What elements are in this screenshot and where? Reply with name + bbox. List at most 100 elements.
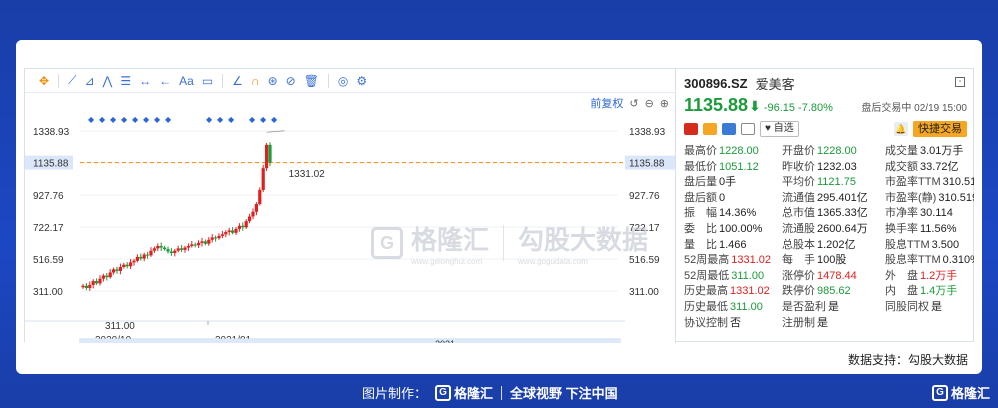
- quick-trade-button[interactable]: 快捷交易: [913, 121, 967, 137]
- quote-value: 310.519: [938, 191, 974, 204]
- y-tick-left: 1338.93: [33, 127, 70, 138]
- y-tick-left: 722.17: [33, 223, 64, 234]
- candle-body: [125, 264, 129, 267]
- candle-body: [197, 242, 201, 246]
- price-change: -96.15 -7.80%: [763, 102, 833, 114]
- china-flag-icon: [684, 123, 698, 135]
- arrow-tool-icon[interactable]: ←: [155, 71, 175, 91]
- candle-body: [180, 248, 184, 250]
- quote-row: 委 比 100.00% 流通股 2600.64万 换手率 11.56%: [684, 222, 974, 238]
- ruler-tool-icon[interactable]: ∠: [228, 71, 247, 91]
- settings-gear-icon[interactable]: ⚙: [352, 71, 371, 91]
- hide-tool-icon[interactable]: ⊘: [282, 71, 300, 91]
- quote-value: 100.00%: [719, 222, 763, 235]
- y-tick-left: 516.59: [33, 255, 64, 266]
- text-tool-icon[interactable]: Aa: [175, 71, 198, 91]
- quote-grid: 最高价 1228.00 开盘价 1228.00 成交量 3.01万手 最低价 1051.12 昨…: [684, 144, 974, 331]
- quote-cell: 委 比 100.00%: [684, 222, 782, 238]
- candle-body: [132, 260, 136, 263]
- fibonacci-tool-icon[interactable]: ☰: [116, 71, 135, 91]
- candle-body: [203, 241, 207, 244]
- card-header-strip: [16, 40, 982, 64]
- quote-cell: 开盘价 1228.00: [782, 144, 885, 160]
- candle-body: [186, 246, 190, 248]
- candle-body: [231, 230, 235, 233]
- wave-tool-icon[interactable]: ⋀: [99, 71, 117, 91]
- event-marker-icon: ◆: [165, 115, 172, 124]
- quote-value: 1.2万手: [920, 269, 958, 282]
- candlestick-chart[interactable]: ◆ ◆ ◆ ◆ ◆ ◆ ◆ ◆ ◆ ◆ ◆ ◆ ◆ ◆ 1338.93 1338.93 927.76 927.76…: [25, 93, 675, 343]
- candle-body: [112, 269, 116, 273]
- quote-label: 历史最低: [684, 300, 728, 313]
- quote-cell: 最低价 1051.12: [684, 160, 782, 176]
- quote-label: 52周最低: [684, 269, 730, 282]
- quote-label: 流通股: [782, 222, 815, 235]
- quote-label: 盘后量: [684, 176, 717, 189]
- channel-tool-icon[interactable]: ⊿: [80, 71, 98, 91]
- line-tool-icon[interactable]: ⟋: [64, 71, 80, 91]
- quote-value: 1051.12: [719, 160, 759, 173]
- candle-body: [118, 267, 122, 271]
- event-marker-icon: ◆: [154, 115, 161, 124]
- y-tick-left: 927.76: [33, 191, 64, 202]
- panel-collapse-icon[interactable]: ▫: [955, 77, 965, 87]
- candle-body: [135, 256, 139, 261]
- quote-cell: 振 幅 14.36%: [684, 206, 782, 222]
- quote-value: 311.00: [730, 300, 763, 313]
- candle-body: [152, 248, 156, 251]
- quote-cell: 总市值 1365.33亿: [782, 206, 885, 222]
- candle-body: [244, 221, 248, 228]
- heart-icon: ♥: [765, 123, 771, 134]
- range-tool-icon[interactable]: ↔: [135, 71, 155, 91]
- notes-icon[interactable]: [741, 123, 755, 135]
- candle-body: [176, 248, 180, 251]
- quote-cell: 市净率 30.114: [885, 206, 974, 222]
- drawing-toolbar: ✥ ⟋ ⊿ ⋀ ☰ ↔ ← Aa ▭ ∠ ∩ ⊛ ⊘ 🗑 ◎ ⚙: [25, 69, 675, 93]
- quote-label: 昨收价: [782, 160, 815, 173]
- magnet-tool-icon[interactable]: ∩: [247, 71, 264, 91]
- corner-brand: G 格隆汇: [931, 383, 990, 402]
- toolbar-divider: [58, 73, 60, 88]
- quote-label: 股息率TTM: [885, 254, 941, 267]
- event-marker-icon: ◆: [206, 115, 213, 124]
- quote-label: 52周最高: [684, 254, 730, 267]
- quote-label: 平均价: [782, 176, 815, 189]
- quote-label: 股息TTM: [885, 238, 930, 251]
- crosshair-tool-icon[interactable]: ✥: [35, 71, 53, 91]
- bottom-credit: 图片制作： G 格隆汇 全球视野 下注中国: [362, 383, 618, 402]
- lock-tool-icon[interactable]: ⊛: [264, 71, 282, 91]
- delete-tool-icon[interactable]: 🗑: [300, 71, 323, 91]
- candle-body: [214, 237, 218, 239]
- slogan: 全球视野 下注中国: [510, 386, 618, 401]
- stock-name: 爱美客: [755, 77, 795, 92]
- quote-cell: 注册制是: [782, 316, 885, 332]
- quote-cell: 52周最高 1331.02: [684, 253, 782, 269]
- quote-label: 盘后额: [684, 191, 717, 204]
- quote-cell: 股息率TTM0.310%: [885, 253, 974, 269]
- quote-actions: ♥ 自选 🔔 快捷交易: [676, 116, 975, 138]
- quote-cell: 市盈率(静)310.519: [885, 191, 974, 207]
- event-marker-icon: ◆: [260, 115, 267, 124]
- quote-row: 量 比 1.466 总股本 1.202亿 股息TTM 3.500: [684, 238, 974, 254]
- quote-value: 3.01万手: [920, 145, 964, 157]
- candle-body: [163, 247, 167, 250]
- candle-body: [142, 254, 146, 259]
- quote-label: 量 比: [684, 238, 717, 251]
- y-tick-right: 927.76: [629, 191, 660, 202]
- quote-label: 最高价: [684, 145, 717, 157]
- corner-brand-name: 格隆汇: [950, 386, 990, 401]
- chart-area: ✥ ⟋ ⊿ ⋀ ☰ ↔ ← Aa ▭ ∠ ∩ ⊛ ⊘ 🗑 ◎ ⚙ 前复权 ↺ ⊖…: [25, 69, 675, 343]
- candle-body: [210, 237, 214, 240]
- quote-value: 295.401亿: [817, 191, 868, 204]
- alert-bell-icon[interactable]: 🔔: [894, 122, 908, 136]
- quote-label: 每 手: [782, 254, 815, 267]
- navigator-year-label: 2021: [435, 339, 455, 343]
- quote-row: 历史最高 1331.02 跌停价 985.62 内 盘 1.4万手: [684, 284, 974, 300]
- add-watchlist-button[interactable]: ♥ 自选: [760, 121, 799, 137]
- footer-divider: [501, 385, 503, 400]
- comment-tool-icon[interactable]: ▭: [198, 71, 217, 91]
- quote-label: 成交额: [885, 160, 918, 173]
- candle-body: [220, 234, 224, 236]
- quote-label: 跌停价: [782, 285, 815, 298]
- compare-tool-icon[interactable]: ◎: [334, 71, 352, 91]
